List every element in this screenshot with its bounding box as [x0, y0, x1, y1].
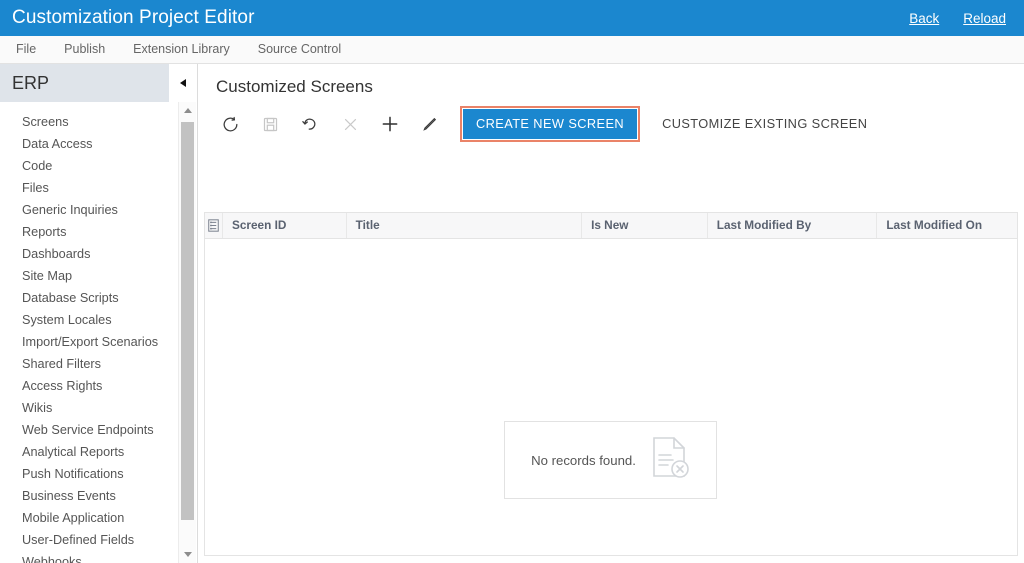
customized-screens-grid: Screen ID Title Is New Last Modified By … [204, 212, 1018, 556]
menu-extension-library[interactable]: Extension Library [119, 36, 244, 63]
sidebar-header: ERP [0, 64, 197, 102]
create-new-screen-button[interactable]: CREATE NEW SCREEN [463, 109, 638, 139]
sidebar-project-name: ERP [12, 72, 50, 93]
window-title: Customization Project Editor [12, 7, 255, 28]
reload-link[interactable]: Reload [963, 11, 1006, 26]
sidebar-item-wikis[interactable]: Wikis [0, 397, 178, 419]
column-settings-icon[interactable] [205, 213, 223, 238]
edit-pencil-icon[interactable] [410, 107, 450, 141]
grid-column-is-new[interactable]: Is New [582, 213, 708, 238]
page-title: Customized Screens [216, 77, 373, 96]
main-content: Customized Screens CREATE NEW SCREEN CUS… [198, 64, 1024, 563]
menu-bar: File Publish Extension Library Source Co… [0, 36, 1024, 64]
title-bar-actions: Back Reload [909, 11, 1024, 26]
customization-project-editor-window: Customization Project Editor Back Reload… [0, 0, 1024, 563]
sidebar-item-business-events[interactable]: Business Events [0, 485, 178, 507]
grid-body: No records found. [205, 239, 1017, 555]
sidebar-item-push-notifications[interactable]: Push Notifications [0, 463, 178, 485]
sidebar-item-files[interactable]: Files [0, 177, 178, 199]
create-new-screen-highlight: CREATE NEW SCREEN [460, 106, 641, 142]
sidebar-item-screens[interactable]: Screens [0, 111, 178, 133]
sidebar-scroll-up-button[interactable] [179, 102, 196, 119]
sidebar-item-shared-filters[interactable]: Shared Filters [0, 353, 178, 375]
sidebar-item-data-access[interactable]: Data Access [0, 133, 178, 155]
caret-down-icon [183, 552, 192, 557]
sidebar-scrollbar[interactable] [178, 102, 196, 563]
sidebar-item-database-scripts[interactable]: Database Scripts [0, 287, 178, 309]
delete-row-icon [330, 107, 370, 141]
menu-source-control[interactable]: Source Control [244, 36, 355, 63]
grid-column-screen-id[interactable]: Screen ID [223, 213, 347, 238]
refresh-icon[interactable] [210, 107, 250, 141]
sidebar-item-list: Screens Data Access Code Files Generic Inqui… [0, 102, 178, 563]
sidebar-item-webhooks[interactable]: Webhooks [0, 551, 178, 563]
sidebar-item-reports[interactable]: Reports [0, 221, 178, 243]
document-missing-icon [650, 436, 690, 485]
sidebar-scroll-down-button[interactable] [179, 546, 196, 563]
undo-icon[interactable] [290, 107, 330, 141]
title-bar: Customization Project Editor Back Reload [0, 0, 1024, 36]
no-records-message: No records found. [531, 452, 636, 468]
caret-up-icon [183, 108, 192, 113]
chevron-left-icon [180, 79, 186, 87]
menu-file[interactable]: File [0, 36, 50, 63]
sidebar-item-access-rights[interactable]: Access Rights [0, 375, 178, 397]
sidebar-item-system-locales[interactable]: System Locales [0, 309, 178, 331]
sidebar-item-generic-inquiries[interactable]: Generic Inquiries [0, 199, 178, 221]
sidebar-item-dashboards[interactable]: Dashboards [0, 243, 178, 265]
sidebar-item-user-defined-fields[interactable]: User-Defined Fields [0, 529, 178, 551]
sidebar-item-web-service-endpoints[interactable]: Web Service Endpoints [0, 419, 178, 441]
back-link[interactable]: Back [909, 11, 939, 26]
sidebar-item-code[interactable]: Code [0, 155, 178, 177]
sidebar-item-mobile-application[interactable]: Mobile Application [0, 507, 178, 529]
save-icon [250, 107, 290, 141]
grid-column-title[interactable]: Title [347, 213, 583, 238]
sidebar-scrollbar-thumb[interactable] [181, 122, 194, 520]
sidebar: ERP Screens Data Access Code Files Generic I… [0, 64, 198, 563]
sidebar-item-import-export-scenarios[interactable]: Import/Export Scenarios [0, 331, 178, 353]
grid-header-row: Screen ID Title Is New Last Modified By … [205, 213, 1017, 239]
sidebar-item-site-map[interactable]: Site Map [0, 265, 178, 287]
grid-column-last-modified-by[interactable]: Last Modified By [708, 213, 878, 238]
sidebar-collapse-button[interactable] [169, 64, 197, 102]
grid-column-last-modified-on[interactable]: Last Modified On [877, 213, 1017, 238]
no-records-panel: No records found. [504, 421, 717, 499]
menu-publish[interactable]: Publish [50, 36, 119, 63]
grid-toolbar: CREATE NEW SCREEN CUSTOMIZE EXISTING SCR… [198, 104, 1024, 144]
sidebar-item-analytical-reports[interactable]: Analytical Reports [0, 441, 178, 463]
customize-existing-screen-button[interactable]: CUSTOMIZE EXISTING SCREEN [648, 109, 881, 139]
add-row-icon[interactable] [370, 107, 410, 141]
